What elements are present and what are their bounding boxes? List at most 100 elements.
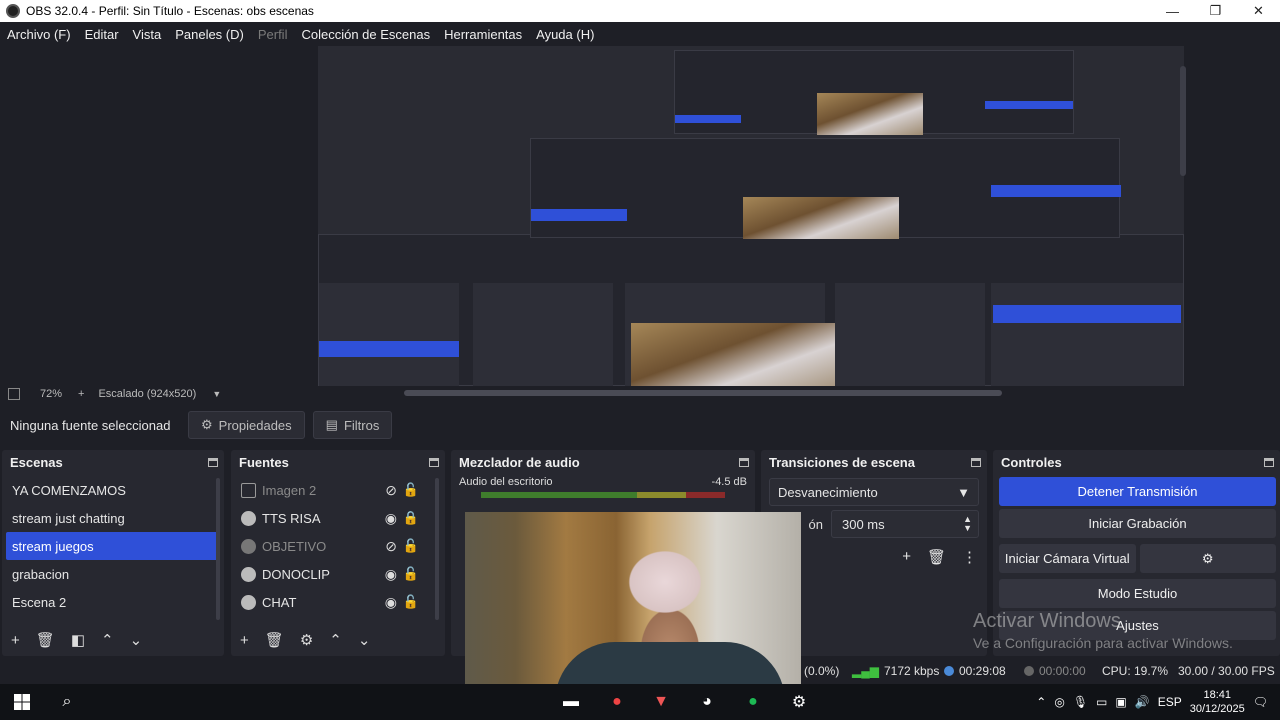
gear-icon[interactable]: ⚙ (1139, 544, 1276, 573)
scene-item[interactable]: stream just chatting (6, 504, 220, 532)
recording-time: 00:00:00 (1039, 664, 1086, 678)
properties-button[interactable]: ⚙ Propiedades (188, 411, 305, 439)
tray-expand-icon[interactable]: ⌃ (1036, 695, 1046, 709)
settings-gear-icon[interactable]: ⚙ (776, 684, 822, 720)
undock-icon[interactable] (208, 457, 218, 467)
spotify-icon[interactable]: ● (730, 684, 776, 720)
source-item[interactable]: TTS RISA ◉ 🔒 (235, 504, 441, 532)
menu-coleccion-escenas[interactable]: Colección de Escenas (294, 27, 437, 42)
notifications-icon[interactable]: 🗨 (1253, 695, 1268, 709)
nested-capture-large (318, 234, 1184, 386)
sources-scrollbar[interactable] (435, 478, 439, 620)
file-explorer-icon[interactable]: ▬ (548, 684, 594, 720)
remove-source-icon[interactable]: 🗑 (265, 631, 284, 649)
network-icon[interactable]: ▣ (1115, 695, 1126, 709)
menu-ayuda[interactable]: Ayuda (H) (529, 27, 601, 42)
lock-icon[interactable]: 🔒 (403, 510, 419, 526)
undock-icon[interactable] (739, 457, 749, 467)
source-properties-icon[interactable]: ⚙ (300, 631, 313, 649)
menu-herramientas[interactable]: Herramientas (437, 27, 529, 42)
menu-archivo[interactable]: Archivo (F) (0, 27, 78, 42)
move-down-icon[interactable]: ⌄ (130, 631, 143, 649)
transition-selected: Desvanecimiento (778, 484, 878, 500)
eye-hidden-icon[interactable]: ⊘ (385, 482, 397, 499)
preview-vertical-scrollbar[interactable] (1180, 66, 1186, 176)
scene-item[interactable]: grabacion (6, 560, 220, 588)
eye-icon[interactable]: ◉ (385, 566, 397, 583)
preview-horizontal-scrollbar[interactable] (404, 390, 1002, 396)
browser-icon (241, 510, 256, 526)
fps-indicator: 30.00 / 30.00 FPS (1178, 664, 1275, 678)
undock-icon[interactable] (429, 457, 439, 467)
restore-button[interactable]: ❐ (1194, 0, 1237, 22)
undock-icon[interactable] (1264, 457, 1274, 467)
spin-arrows-icon[interactable]: ▲ ▼ (963, 515, 972, 533)
lock-open-icon[interactable]: 🔓 (403, 482, 419, 498)
search-icon[interactable]: ⌕ (44, 684, 90, 720)
menu-vista[interactable]: Vista (126, 27, 169, 42)
scenes-dock: Escenas YA COMENZAMOS stream just chatti… (2, 450, 224, 656)
scenes-scrollbar[interactable] (216, 478, 220, 620)
source-name: OBJETIVO (262, 538, 327, 554)
move-down-icon[interactable]: ⌄ (358, 631, 371, 649)
properties-label: Propiedades (218, 417, 292, 433)
language-indicator[interactable]: ESP (1158, 695, 1182, 709)
studio-mode-button[interactable]: Modo Estudio (999, 579, 1276, 608)
browser-icon (241, 594, 256, 610)
menu-perfil[interactable]: Perfil (251, 27, 295, 42)
eye-icon[interactable]: ◉ (385, 510, 397, 527)
duration-spinbox[interactable]: 300 ms ▲ ▼ (831, 510, 979, 538)
discord-icon[interactable]: ◕ (684, 684, 730, 720)
clock[interactable]: 18:41 30/12/2025 (1190, 688, 1245, 716)
microphone-icon[interactable]: 🎙 (1073, 695, 1088, 709)
lock-open-icon[interactable]: 🔓 (403, 538, 419, 554)
scene-item[interactable]: Escena 2 (6, 588, 220, 616)
source-item[interactable]: Imagen 2 ⊘ 🔓 (235, 476, 441, 504)
live-indicator: 00:29:08 (944, 664, 1006, 678)
source-item[interactable]: CHAT ◉ 🔓 (235, 588, 441, 616)
eye-icon[interactable]: ◉ (385, 594, 397, 611)
transition-select[interactable]: Desvanecimiento ▼ (769, 478, 979, 506)
virtual-camera-button[interactable]: Iniciar Cámara Virtual (999, 544, 1136, 573)
lock-open-icon[interactable]: 🔓 (403, 566, 419, 582)
start-recording-button[interactable]: Iniciar Grabación (999, 509, 1276, 538)
move-up-icon[interactable]: ⌃ (329, 631, 342, 649)
battery-icon[interactable]: ▭ (1096, 695, 1107, 709)
close-button[interactable]: ✕ (1237, 0, 1280, 22)
brave-browser-icon[interactable]: ▼ (638, 684, 684, 720)
webcam-tray-icon[interactable]: ◎ (1054, 695, 1064, 709)
scene-item-selected[interactable]: stream juegos (6, 532, 220, 560)
remove-scene-icon[interactable]: 🗑 (36, 631, 55, 649)
dropped-frames: (0.0%) (804, 664, 840, 678)
undock-icon[interactable] (971, 457, 981, 467)
minimize-button[interactable]: — (1151, 0, 1194, 22)
zoom-lock-checkbox[interactable] (8, 388, 20, 400)
lock-open-icon[interactable]: 🔓 (403, 594, 419, 610)
remove-transition-icon[interactable]: 🗑 (927, 548, 946, 566)
move-up-icon[interactable]: ⌃ (101, 631, 114, 649)
windows-start-icon[interactable] (0, 684, 44, 720)
zoom-in-icon[interactable]: + (78, 388, 84, 400)
clock-time: 18:41 (1203, 689, 1231, 701)
source-item[interactable]: DONOCLIP ◉ 🔓 (235, 560, 441, 588)
add-transition-icon[interactable]: + (902, 548, 911, 566)
more-options-icon[interactable]: ⋮ (962, 548, 977, 566)
scene-filters-icon[interactable]: ◧ (71, 631, 85, 649)
preview-canvas[interactable] (318, 46, 1184, 386)
menu-paneles[interactable]: Paneles (D) (168, 27, 251, 42)
obs-taskbar-icon[interactable]: ● (594, 684, 640, 720)
scene-item[interactable]: YA COMENZAMOS (6, 476, 220, 504)
eye-hidden-icon[interactable]: ⊘ (385, 538, 397, 555)
preview-area[interactable] (0, 46, 1280, 386)
sources-title: Fuentes (239, 454, 289, 470)
filter-icon: ▤ (325, 417, 338, 432)
scale-dropdown-arrow-icon[interactable]: ▼ (212, 389, 221, 399)
stop-stream-button[interactable]: Detener Transmisión (999, 477, 1276, 506)
filters-button[interactable]: ▤ Filtros (312, 411, 393, 439)
menu-editar[interactable]: Editar (78, 27, 126, 42)
scenes-toolbar: + 🗑 ◧ ⌃ ⌄ (2, 628, 142, 652)
source-item[interactable]: OBJETIVO ⊘ 🔓 (235, 532, 441, 560)
volume-icon[interactable]: 🔊 (1135, 695, 1150, 709)
add-scene-icon[interactable]: + (11, 632, 20, 649)
add-source-icon[interactable]: + (240, 632, 249, 649)
